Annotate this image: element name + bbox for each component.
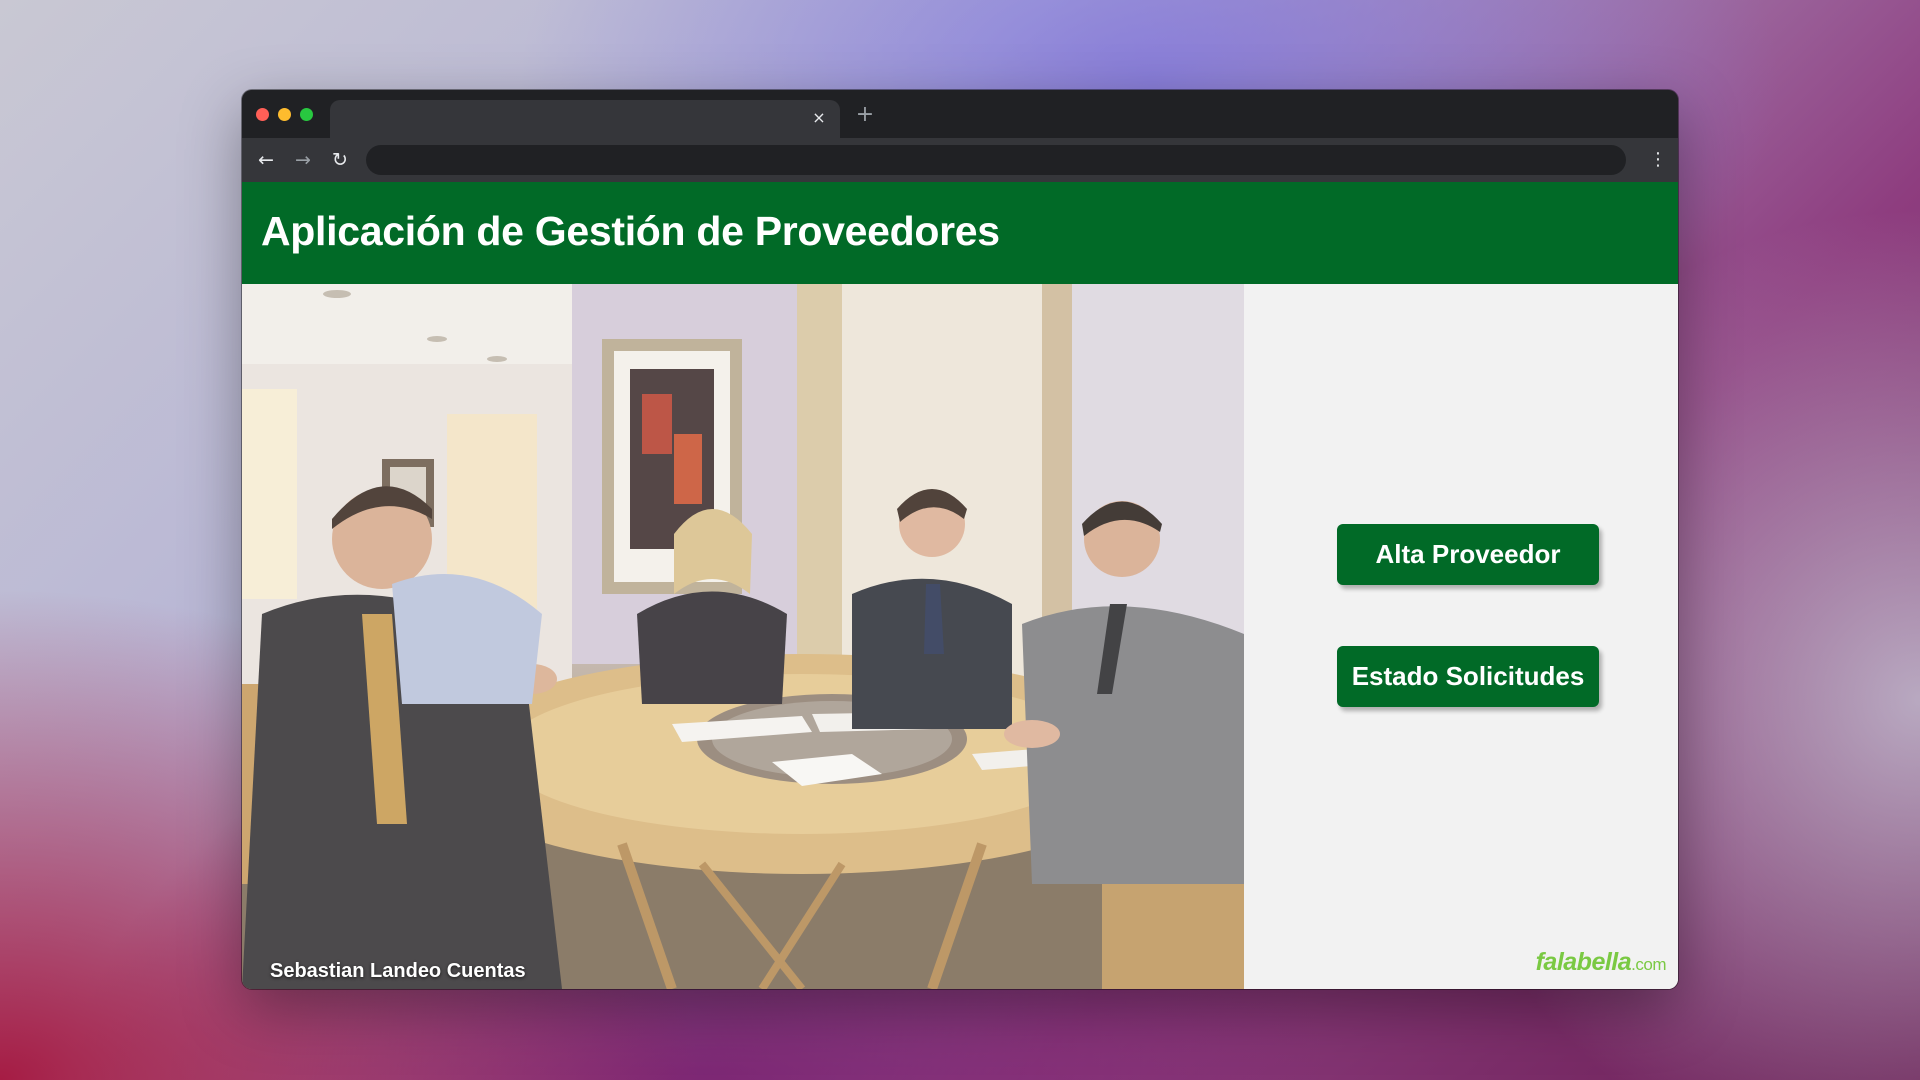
meeting-photo-illustration [242,284,1244,989]
brand-name: falabella [1535,948,1632,976]
tab-close-icon[interactable]: × [808,107,830,129]
browser-window: × + ← → ↻ ⋮ Aplicación de Gestión de Pro… [242,90,1678,989]
photo-caption: Sebastian Landeo Cuentas [270,960,526,982]
falabella-logo: falabella.com [1535,948,1667,977]
estado-solicitudes-button[interactable]: Estado Solicitudes [1337,646,1599,707]
tab-bar: × + [242,90,1678,138]
new-tab-icon[interactable]: + [852,102,878,128]
app-header: Aplicación de Gestión de Proveedores [242,182,1678,284]
back-arrow-icon[interactable]: ← [252,146,280,174]
alta-proveedor-button[interactable]: Alta Proveedor [1337,524,1599,585]
address-bar[interactable] [366,145,1626,175]
action-panel: Alta Proveedor Estado Solicitudes falabe… [1244,284,1678,989]
forward-arrow-icon[interactable]: → [289,146,317,174]
browser-toolbar: ← → ↻ ⋮ [242,138,1678,182]
browser-tab[interactable]: × [330,100,840,138]
close-window-button[interactable] [256,108,269,121]
page-viewport: Aplicación de Gestión de Proveedores Seb… [242,182,1678,989]
brand-suffix: .com [1631,955,1666,974]
maximize-window-button[interactable] [300,108,313,121]
kebab-menu-icon[interactable]: ⋮ [1648,146,1668,174]
page-title: Aplicación de Gestión de Proveedores [261,208,1000,254]
minimize-window-button[interactable] [278,108,291,121]
meeting-photo: Sebastian Landeo Cuentas [242,284,1244,989]
reload-icon[interactable]: ↻ [326,146,354,174]
